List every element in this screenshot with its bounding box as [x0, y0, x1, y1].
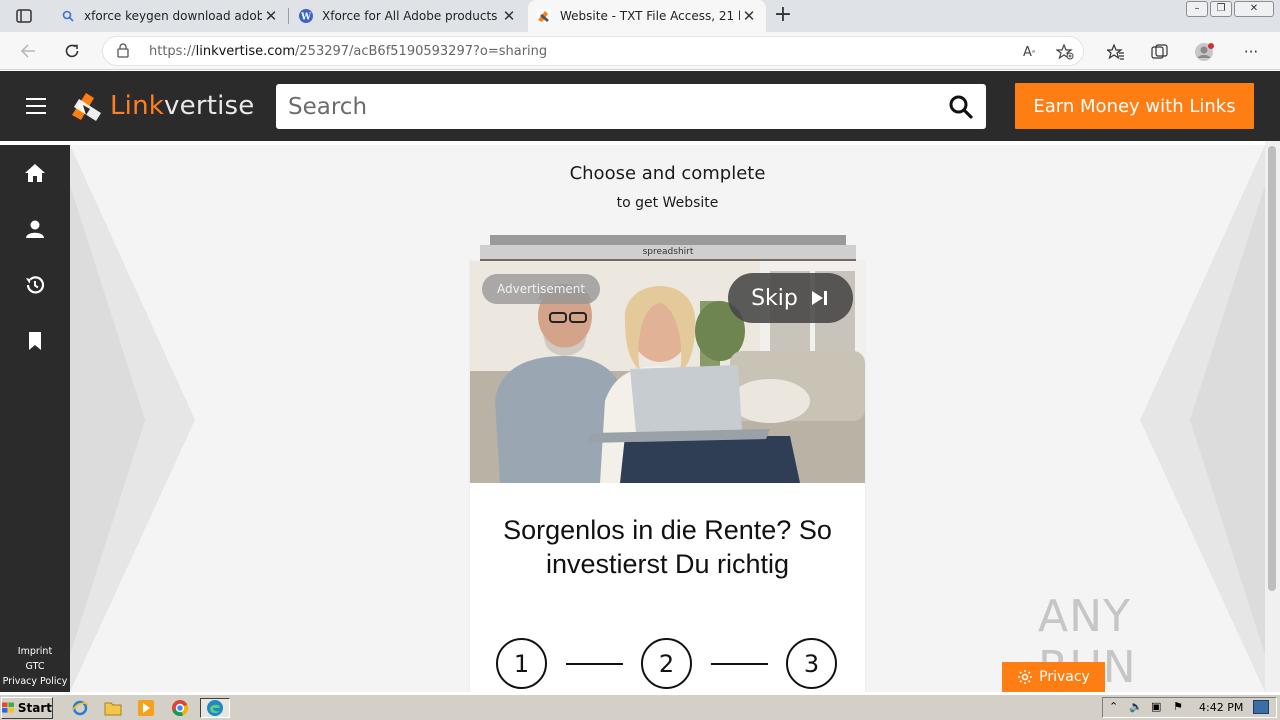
internet-explorer-icon[interactable]: [68, 698, 92, 718]
tab-separator: [288, 8, 289, 24]
read-aloud-icon[interactable]: Aᵃ: [1019, 43, 1039, 61]
tab-title: xforce keygen download adobe -: [84, 9, 262, 23]
advertisement-image[interactable]: Advertisement Skip: [470, 261, 865, 483]
search-icon[interactable]: [948, 94, 974, 120]
spreadshirt-banner: spreadshirt: [480, 245, 856, 259]
address-bar[interactable]: https://linkvertise.com/253297/acB6f5190…: [102, 36, 1084, 66]
tab-close-icon[interactable]: ✕: [740, 7, 758, 25]
tab-actions-button[interactable]: [8, 4, 40, 28]
start-button[interactable]: Start: [1, 697, 53, 719]
linkvertise-icon: [536, 8, 552, 24]
privacy-label: Privacy: [1039, 669, 1090, 685]
restore-button[interactable]: ❐: [1210, 1, 1232, 17]
profile-avatar-icon[interactable]: [1194, 41, 1216, 63]
step-1[interactable]: 1: [496, 638, 547, 689]
volume-icon[interactable]: 🔈: [1129, 700, 1143, 713]
favorites-icon[interactable]: [1105, 41, 1127, 63]
privacy-policy-link[interactable]: Privacy Policy: [0, 674, 70, 689]
advertisement-label: Advertisement: [482, 274, 601, 304]
page-heading: Choose and complete: [569, 163, 766, 184]
step-connector: [711, 663, 768, 665]
reload-icon: [65, 44, 79, 58]
bookmark-icon[interactable]: [23, 329, 47, 353]
network-icon[interactable]: ▣: [1151, 700, 1161, 713]
url-text: https://linkvertise.com/253297/acB6f5190…: [149, 44, 548, 59]
search-input[interactable]: [276, 84, 926, 129]
skip-next-icon: [811, 291, 827, 305]
tab-close-icon[interactable]: ✕: [262, 7, 280, 25]
tab-title: Website - TXT File Access, 21 byt: [560, 9, 740, 23]
svg-text:W: W: [300, 13, 312, 23]
page-scrollbar[interactable]: [1265, 141, 1280, 692]
tab-close-icon[interactable]: ✕: [500, 7, 518, 25]
wordpress-icon: W: [298, 8, 314, 24]
add-favorite-icon[interactable]: [1055, 43, 1075, 61]
sidebar-footer: Imprint GTC Privacy Policy: [0, 644, 70, 689]
privacy-button[interactable]: Privacy: [1002, 662, 1105, 692]
browser-tab-3-active[interactable]: Website - TXT File Access, 21 byt ✕: [528, 0, 766, 32]
reload-button[interactable]: [58, 38, 86, 64]
tab-actions-icon: [16, 9, 32, 23]
chrome-icon[interactable]: [168, 698, 192, 718]
offer-card[interactable]: Advertisement Skip Sorgenlos in die Rent…: [470, 261, 865, 692]
taskbar-clock[interactable]: 4:42 PM: [1199, 701, 1243, 714]
lock-icon: [117, 43, 129, 62]
file-explorer-icon[interactable]: [101, 698, 125, 718]
gtc-link[interactable]: GTC: [0, 659, 70, 674]
gear-icon: [1018, 670, 1033, 684]
offer-title: Sorgenlos in die Rente? So investierst D…: [503, 515, 832, 579]
scrollbar-thumb[interactable]: [1268, 146, 1276, 591]
windows-taskbar: Start ⌃ 🔈 ▣ ⚑ 4:42 PM: [0, 694, 1280, 720]
history-icon[interactable]: [23, 273, 47, 297]
system-tray: ⌃ 🔈 ▣ ⚑ 4:42 PM: [1102, 697, 1277, 718]
logo-text: Linkvertise: [110, 91, 255, 121]
skip-label: Skip: [751, 285, 798, 311]
browser-toolbar: https://linkvertise.com/253297/acB6f5190…: [0, 32, 1280, 70]
home-icon[interactable]: [23, 161, 47, 185]
step-3[interactable]: 3: [786, 638, 837, 689]
back-arrow-icon: [20, 44, 35, 58]
windows-logo-icon: [2, 702, 14, 713]
step-connector: [566, 663, 623, 665]
user-icon[interactable]: [23, 217, 47, 241]
earn-money-button[interactable]: Earn Money with Links: [1015, 83, 1254, 129]
site-header: Linkvertise Earn Money with Links: [0, 71, 1280, 141]
browser-tab-1[interactable]: xforce keygen download adobe - ✕: [52, 0, 288, 32]
new-tab-button[interactable]: +: [770, 3, 796, 29]
skip-button[interactable]: Skip: [728, 273, 853, 323]
imprint-link[interactable]: Imprint: [0, 644, 70, 659]
edge-icon[interactable]: [200, 698, 230, 718]
minimize-button[interactable]: –: [1186, 1, 1208, 17]
media-player-icon[interactable]: [134, 698, 158, 718]
sidebar: Imprint GTC Privacy Policy: [0, 145, 70, 692]
show-desktop-icon[interactable]: [1253, 700, 1269, 714]
more-menu-icon[interactable]: ···: [1240, 41, 1262, 63]
tab-title: Xforce for All Adobe products – s: [322, 9, 500, 23]
collections-icon[interactable]: [1149, 41, 1171, 63]
window-controls: – ❐ ✕: [1186, 1, 1274, 17]
tray-expand-icon[interactable]: ⌃: [1109, 700, 1118, 713]
step-2[interactable]: 2: [641, 638, 692, 689]
page-subheading: to get Website: [616, 195, 719, 211]
back-button[interactable]: [14, 38, 42, 64]
linkvertise-logo[interactable]: Linkvertise: [70, 89, 254, 123]
browser-tab-strip: xforce keygen download adobe - ✕ W Xforc…: [0, 0, 1280, 32]
flag-icon[interactable]: ⚑: [1173, 700, 1183, 713]
close-window-button[interactable]: ✕: [1234, 1, 1274, 17]
search-icon: [60, 8, 76, 24]
menu-icon[interactable]: [26, 98, 46, 114]
browser-tab-2[interactable]: W Xforce for All Adobe products – s ✕: [290, 0, 526, 32]
progress-steps: 1 2 3: [496, 638, 838, 690]
logo-mark-icon: [72, 93, 101, 121]
search-box: [276, 84, 986, 129]
background-left-shape: [70, 145, 195, 692]
